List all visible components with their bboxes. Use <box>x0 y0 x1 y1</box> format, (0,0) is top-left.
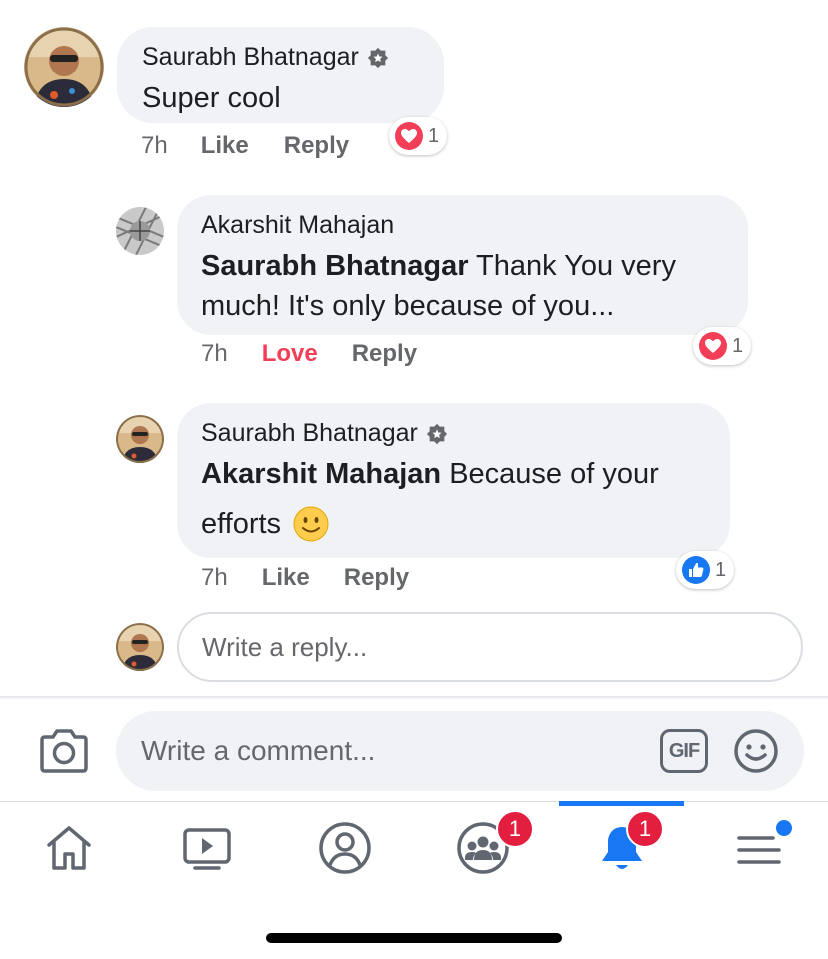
reply-button[interactable]: Reply <box>284 132 349 160</box>
reaction-count: 1 <box>715 558 727 581</box>
avatar[interactable] <box>116 207 164 255</box>
comment-author[interactable]: Saurabh Bhatnagar <box>142 43 420 72</box>
tab-home[interactable] <box>34 815 104 881</box>
comment-text-line: efforts <box>201 508 282 540</box>
comment-actions: 7h Like Reply <box>201 564 409 592</box>
comment-text-line: Because of your <box>441 458 659 490</box>
reaction-summary[interactable]: 1 <box>693 327 752 365</box>
verified-badge-icon <box>426 423 447 444</box>
author-name[interactable]: Saurabh Bhatnagar <box>201 419 418 448</box>
notifications-badge-count: 1 <box>638 816 652 841</box>
groups-badge-count: 1 <box>508 816 522 841</box>
comment-input-placeholder: Write a comment... <box>141 735 376 766</box>
author-name[interactable]: Saurabh Bhatnagar <box>142 43 359 72</box>
author-name[interactable]: Akarshit Mahajan <box>201 211 394 240</box>
comment-actions: 7h Love Reply <box>201 340 417 368</box>
comment-text-line: Thank You very <box>468 250 676 282</box>
comment-bubble[interactable]: Akarshit Mahajan Saurabh Bhatnagar Thank… <box>177 195 748 335</box>
gif-button[interactable]: GIF <box>660 729 708 773</box>
menu-notification-dot <box>774 818 794 838</box>
comment-bubble[interactable]: Saurabh Bhatnagar Akarshit Mahajan Becau… <box>177 403 730 558</box>
groups-badge: 1 <box>496 810 534 848</box>
mention-tag[interactable]: Saurabh Bhatnagar <box>201 250 469 282</box>
comment-author[interactable]: Saurabh Bhatnagar <box>201 419 706 448</box>
comment-time: 7h <box>201 340 228 367</box>
notifications-badge: 1 <box>626 810 664 848</box>
reaction-summary[interactable]: 1 <box>676 551 735 589</box>
comment-text: Saurabh Bhatnagar Thank You very much! I… <box>201 246 724 326</box>
home-indicator[interactable] <box>266 933 562 943</box>
reply-button[interactable]: Reply <box>352 340 417 368</box>
comment-time: 7h <box>141 132 168 159</box>
reply-button[interactable]: Reply <box>344 564 409 592</box>
reply-input[interactable]: Write a reply... <box>177 612 803 682</box>
camera-button[interactable] <box>38 728 90 774</box>
comment-text: Akarshit Mahajan Because of your efforts… <box>201 454 706 544</box>
avatar[interactable] <box>24 27 104 107</box>
comment-text-line: much! It's only because of you... <box>201 290 615 322</box>
tabbar-divider <box>0 801 828 802</box>
like-button[interactable]: Like <box>262 564 310 592</box>
reaction-summary[interactable]: 1 <box>389 117 448 155</box>
verified-badge-icon <box>367 47 388 68</box>
reaction-count: 1 <box>732 334 744 357</box>
emoji-icon <box>734 729 778 773</box>
comment-time: 7h <box>201 564 228 591</box>
current-user-avatar <box>116 623 164 671</box>
like-icon <box>682 556 710 584</box>
comment-actions: 7h Like Reply <box>141 132 349 160</box>
avatar[interactable] <box>116 415 164 463</box>
mention-tag[interactable]: Akarshit Mahajan <box>201 458 441 490</box>
comment-bubble[interactable]: Saurabh Bhatnagar Super cool <box>117 27 444 123</box>
comment-author[interactable]: Akarshit Mahajan <box>201 211 724 240</box>
love-icon <box>699 332 727 360</box>
profile-icon <box>319 822 371 874</box>
camera-icon <box>40 729 88 773</box>
video-icon <box>183 828 231 870</box>
comment-text: Super cool <box>142 82 281 114</box>
tab-watch[interactable] <box>172 815 242 881</box>
like-button[interactable]: Like <box>201 132 249 160</box>
emoji-button[interactable] <box>733 728 779 774</box>
love-icon <box>395 122 423 150</box>
reply-input-placeholder: Write a reply... <box>202 631 368 662</box>
smiley-emoji-icon <box>293 506 329 542</box>
home-icon <box>47 826 91 870</box>
active-tab-indicator <box>559 801 684 806</box>
love-reaction-button[interactable]: Love <box>262 340 318 368</box>
gif-icon: GIF <box>668 739 700 762</box>
tab-profile[interactable] <box>310 815 380 881</box>
reaction-count: 1 <box>428 124 440 147</box>
divider <box>0 696 828 700</box>
